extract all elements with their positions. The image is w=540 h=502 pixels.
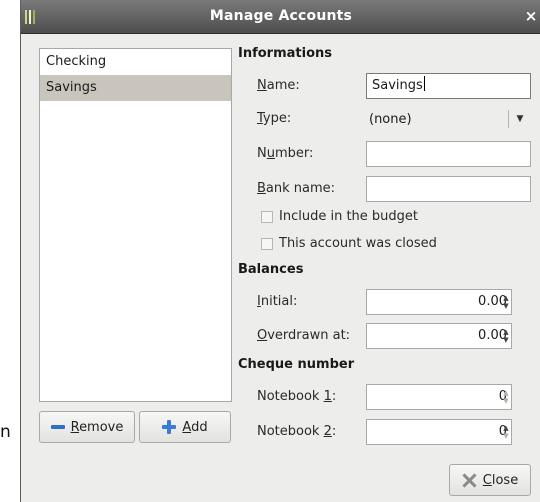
notebook-2-input[interactable]: 0 xyxy=(366,419,512,445)
window-close-icon[interactable]: × xyxy=(523,7,539,25)
minus-icon xyxy=(50,425,65,429)
manage-accounts-dialog: Manage Accounts × Checking Savings Remov… xyxy=(20,0,540,502)
close-button-label: Close xyxy=(482,472,519,488)
include-budget-label: Include in the budget xyxy=(279,209,418,224)
add-button-label: Add xyxy=(182,419,208,435)
balances-heading: Balances xyxy=(238,262,304,277)
informations-heading: Informations xyxy=(238,46,333,61)
chevron-down-icon[interactable]: ▼ xyxy=(509,114,531,124)
background-window-text: n xyxy=(0,422,11,442)
text-caret xyxy=(423,76,425,91)
title-bar[interactable]: Manage Accounts × xyxy=(21,0,540,34)
overdrawn-label: Overdrawn at: xyxy=(257,328,351,343)
notebook-1-label: Notebook 1: xyxy=(257,389,337,404)
type-label: Type: xyxy=(257,111,292,126)
plus-icon xyxy=(162,420,177,434)
include-budget-checkbox[interactable]: Include in the budget xyxy=(261,209,418,224)
checkbox-box[interactable] xyxy=(261,237,273,250)
close-button[interactable]: Close xyxy=(449,464,531,496)
account-closed-checkbox[interactable]: This account was closed xyxy=(261,236,437,251)
overdrawn-spin-buttons[interactable]: ▲ ▼ xyxy=(500,323,512,349)
number-label: Number: xyxy=(257,146,314,161)
name-label: Name: xyxy=(257,78,300,93)
account-closed-label: This account was closed xyxy=(279,236,437,251)
notebook-1-input[interactable]: 0 xyxy=(366,384,512,410)
account-item-checking[interactable]: Checking xyxy=(40,49,231,75)
add-button[interactable]: Add xyxy=(139,411,231,443)
type-select[interactable]: (none) ▼ xyxy=(366,106,531,132)
account-item-savings[interactable]: Savings xyxy=(40,75,231,101)
overdrawn-input[interactable]: 0.00 xyxy=(366,323,512,349)
initial-label: Initial: xyxy=(257,294,298,309)
checkbox-box[interactable] xyxy=(261,210,273,223)
notebook-2-spin-buttons[interactable]: ▲ ▼ xyxy=(500,419,512,445)
notebook-2-label: Notebook 2: xyxy=(257,424,337,439)
number-field[interactable] xyxy=(366,141,531,167)
remove-button-label: Remove xyxy=(70,419,124,435)
cheque-number-heading: Cheque number xyxy=(238,357,355,372)
bank-name-field[interactable] xyxy=(366,176,531,202)
initial-balance-input[interactable]: 0.00 xyxy=(366,289,512,315)
name-field[interactable]: Savings xyxy=(366,73,531,99)
accounts-list[interactable]: Checking Savings xyxy=(39,48,232,402)
window-title: Manage Accounts xyxy=(209,8,353,24)
remove-button[interactable]: Remove xyxy=(39,411,135,443)
type-select-value: (none) xyxy=(369,111,412,127)
bank-name-label: Bank name: xyxy=(257,181,336,196)
initial-spin-buttons[interactable]: ▲ ▼ xyxy=(500,289,512,315)
close-icon xyxy=(462,473,477,488)
notebook-1-spin-buttons[interactable]: ▲ ▼ xyxy=(500,384,512,410)
